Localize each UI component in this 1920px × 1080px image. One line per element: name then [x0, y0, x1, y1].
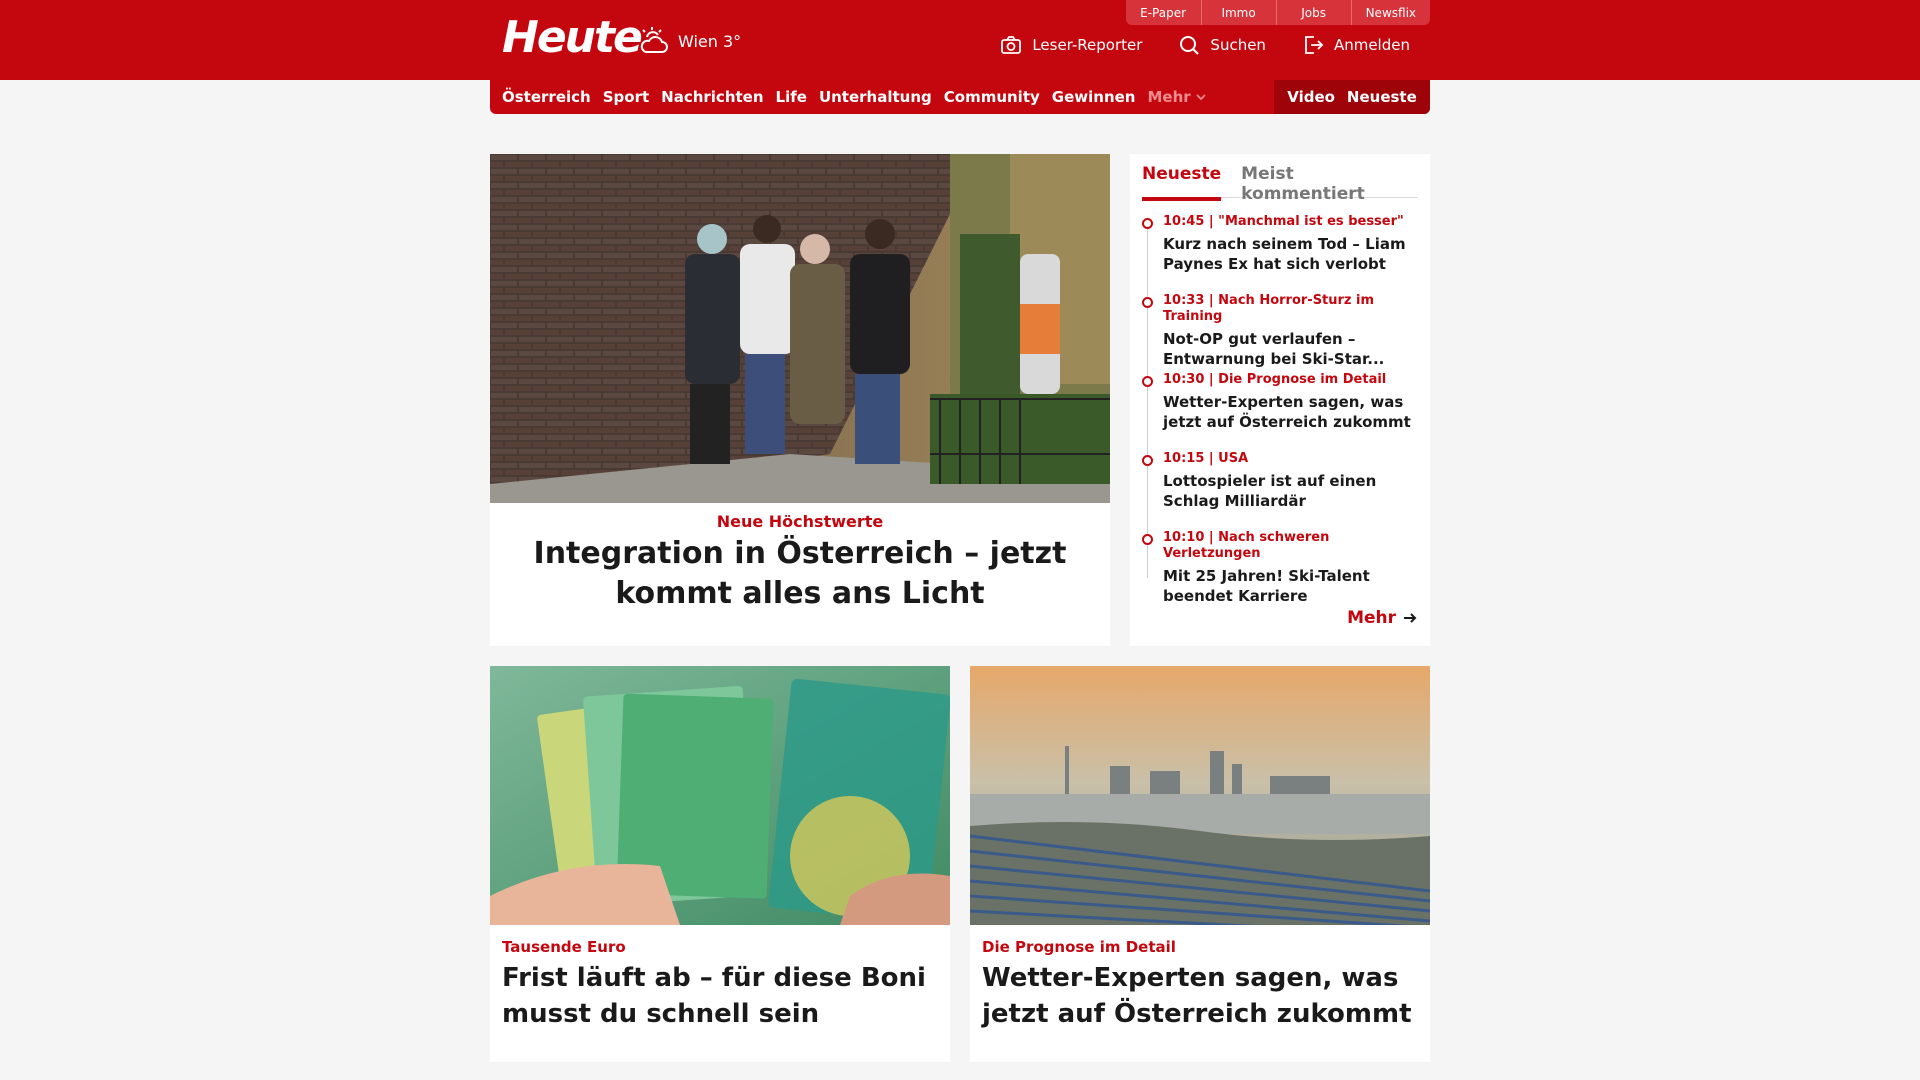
- news-timeline: 10:45 | "Manchmal ist es besser" Kurz na…: [1142, 214, 1422, 609]
- nav-item-neueste[interactable]: Neueste: [1347, 88, 1417, 106]
- weather-cloud-icon: [640, 27, 668, 53]
- card-kicker: Die Prognose im Detail: [982, 938, 1176, 956]
- article-card[interactable]: Tausende Euro Frist läuft ab – für diese…: [490, 666, 950, 1062]
- timeline-dot: [1142, 376, 1153, 387]
- nav-more-dropdown[interactable]: Mehr: [1147, 88, 1206, 106]
- arrow-right-icon: [1404, 613, 1417, 623]
- item-title[interactable]: Kurz nach seinem Tod – Liam Paynes Ex ha…: [1163, 234, 1422, 274]
- hero-title[interactable]: Integration in Österreich – jetzt kommt …: [490, 534, 1110, 614]
- hero-kicker: Neue Höchstwerte: [716, 512, 884, 531]
- nav-item-life[interactable]: Life: [776, 88, 807, 106]
- sidebar-tabs: Neueste Meist kommentiert: [1142, 164, 1418, 204]
- nav-item-oesterreich[interactable]: Österreich: [502, 88, 591, 106]
- weather-label: Wien 3°: [678, 31, 742, 51]
- item-meta: 10:30 | Die Prognose im Detail: [1163, 372, 1387, 387]
- search-icon: [1180, 36, 1200, 55]
- hero-image[interactable]: [490, 154, 1110, 503]
- item-title[interactable]: Wetter-Experten sagen, was jetzt auf Öst…: [1163, 392, 1422, 432]
- item-title[interactable]: Lottospieler ist auf einen Schlag Millia…: [1163, 471, 1422, 511]
- search-button[interactable]: Suchen: [1178, 34, 1266, 56]
- nav-right-group: Video Neueste: [1274, 80, 1430, 114]
- article-image[interactable]: [970, 666, 1430, 925]
- card-kicker: Tausende Euro: [502, 938, 626, 956]
- chevron-down-icon: [1196, 93, 1206, 100]
- top-links: E-Paper Immo Jobs Newsflix: [1125, 0, 1430, 25]
- top-bar: Heute Wien 3° E-Paper Immo Jobs Newsflix: [0, 0, 1920, 80]
- article-image[interactable]: [490, 666, 950, 925]
- login-button[interactable]: Anmelden: [1302, 34, 1410, 56]
- leser-reporter-label: Leser-Reporter: [1032, 36, 1143, 54]
- timeline-dot: [1142, 297, 1153, 308]
- nav-item-sport[interactable]: Sport: [603, 88, 649, 106]
- nav-more-label: Mehr: [1147, 88, 1191, 106]
- timeline-dot: [1142, 534, 1153, 545]
- item-meta: 10:10 | Nach schweren Verletzungen: [1163, 530, 1330, 561]
- more-link[interactable]: Mehr: [1347, 608, 1418, 628]
- weather-widget[interactable]: Wien 3°: [638, 26, 741, 56]
- tab-meist-kommentiert[interactable]: Meist kommentiert: [1241, 164, 1418, 204]
- top-link-immo[interactable]: Immo: [1200, 0, 1276, 25]
- nav-item-gewinnen[interactable]: Gewinnen: [1052, 88, 1136, 106]
- hero-article[interactable]: Neue Höchstwerte Integration in Österrei…: [490, 154, 1110, 646]
- card-title[interactable]: Frist läuft ab – für diese Boni musst du…: [502, 960, 942, 1032]
- search-label: Suchen: [1210, 36, 1266, 54]
- item-title[interactable]: Not-OP gut verlaufen – Entwarnung bei Sk…: [1163, 329, 1422, 369]
- timeline-dot: [1142, 218, 1153, 229]
- nav-item-video[interactable]: Video: [1287, 88, 1335, 106]
- list-item[interactable]: 10:33 | Nach Horror-Sturz im Training No…: [1142, 293, 1422, 372]
- list-item[interactable]: 10:45 | "Manchmal ist es besser" Kurz na…: [1142, 214, 1422, 293]
- top-link-epaper[interactable]: E-Paper: [1125, 0, 1201, 25]
- login-icon: [1305, 36, 1324, 54]
- card-title[interactable]: Wetter-Experten sagen, was jetzt auf Öst…: [982, 960, 1422, 1032]
- utility-links: Leser-Reporter Suchen Anmelden: [1000, 34, 1410, 56]
- article-card[interactable]: Die Prognose im Detail Wetter-Experten s…: [970, 666, 1430, 1062]
- nav-items: Österreich Sport Nachrichten Life Unterh…: [502, 80, 1206, 114]
- top-bar-inner: Heute Wien 3° E-Paper Immo Jobs Newsflix: [490, 0, 1430, 80]
- list-item[interactable]: 10:15 | USA Lottospieler ist auf einen S…: [1142, 451, 1422, 530]
- nav-item-unterhaltung[interactable]: Unterhaltung: [819, 88, 932, 106]
- timeline-dot: [1142, 455, 1153, 466]
- more-link-label: Mehr: [1347, 608, 1396, 628]
- item-meta: 10:45 | "Manchmal ist es besser": [1163, 214, 1404, 229]
- list-item[interactable]: 10:30 | Die Prognose im Detail Wetter-Ex…: [1142, 372, 1422, 451]
- leser-reporter-button[interactable]: Leser-Reporter: [1000, 34, 1142, 56]
- item-title[interactable]: Mit 25 Jahren! Ski-Talent beendet Karrie…: [1163, 566, 1422, 606]
- nav-item-nachrichten[interactable]: Nachrichten: [661, 88, 763, 106]
- heute-logo[interactable]: Heute: [502, 12, 643, 63]
- main-nav: Österreich Sport Nachrichten Life Unterh…: [490, 80, 1430, 114]
- item-meta: 10:33 | Nach Horror-Sturz im Training: [1163, 293, 1375, 324]
- nav-item-community[interactable]: Community: [944, 88, 1040, 106]
- camera-icon: [1001, 36, 1022, 54]
- top-link-newsflix[interactable]: Newsflix: [1350, 0, 1430, 25]
- top-link-jobs[interactable]: Jobs: [1275, 0, 1351, 25]
- item-meta: 10:15 | USA: [1163, 451, 1249, 466]
- latest-news-sidebar: Neueste Meist kommentiert 10:45 | "Manch…: [1130, 154, 1430, 646]
- login-label: Anmelden: [1333, 36, 1410, 54]
- list-item[interactable]: 10:10 | Nach schweren Verletzungen Mit 2…: [1142, 530, 1422, 609]
- tab-neueste[interactable]: Neueste: [1142, 164, 1222, 201]
